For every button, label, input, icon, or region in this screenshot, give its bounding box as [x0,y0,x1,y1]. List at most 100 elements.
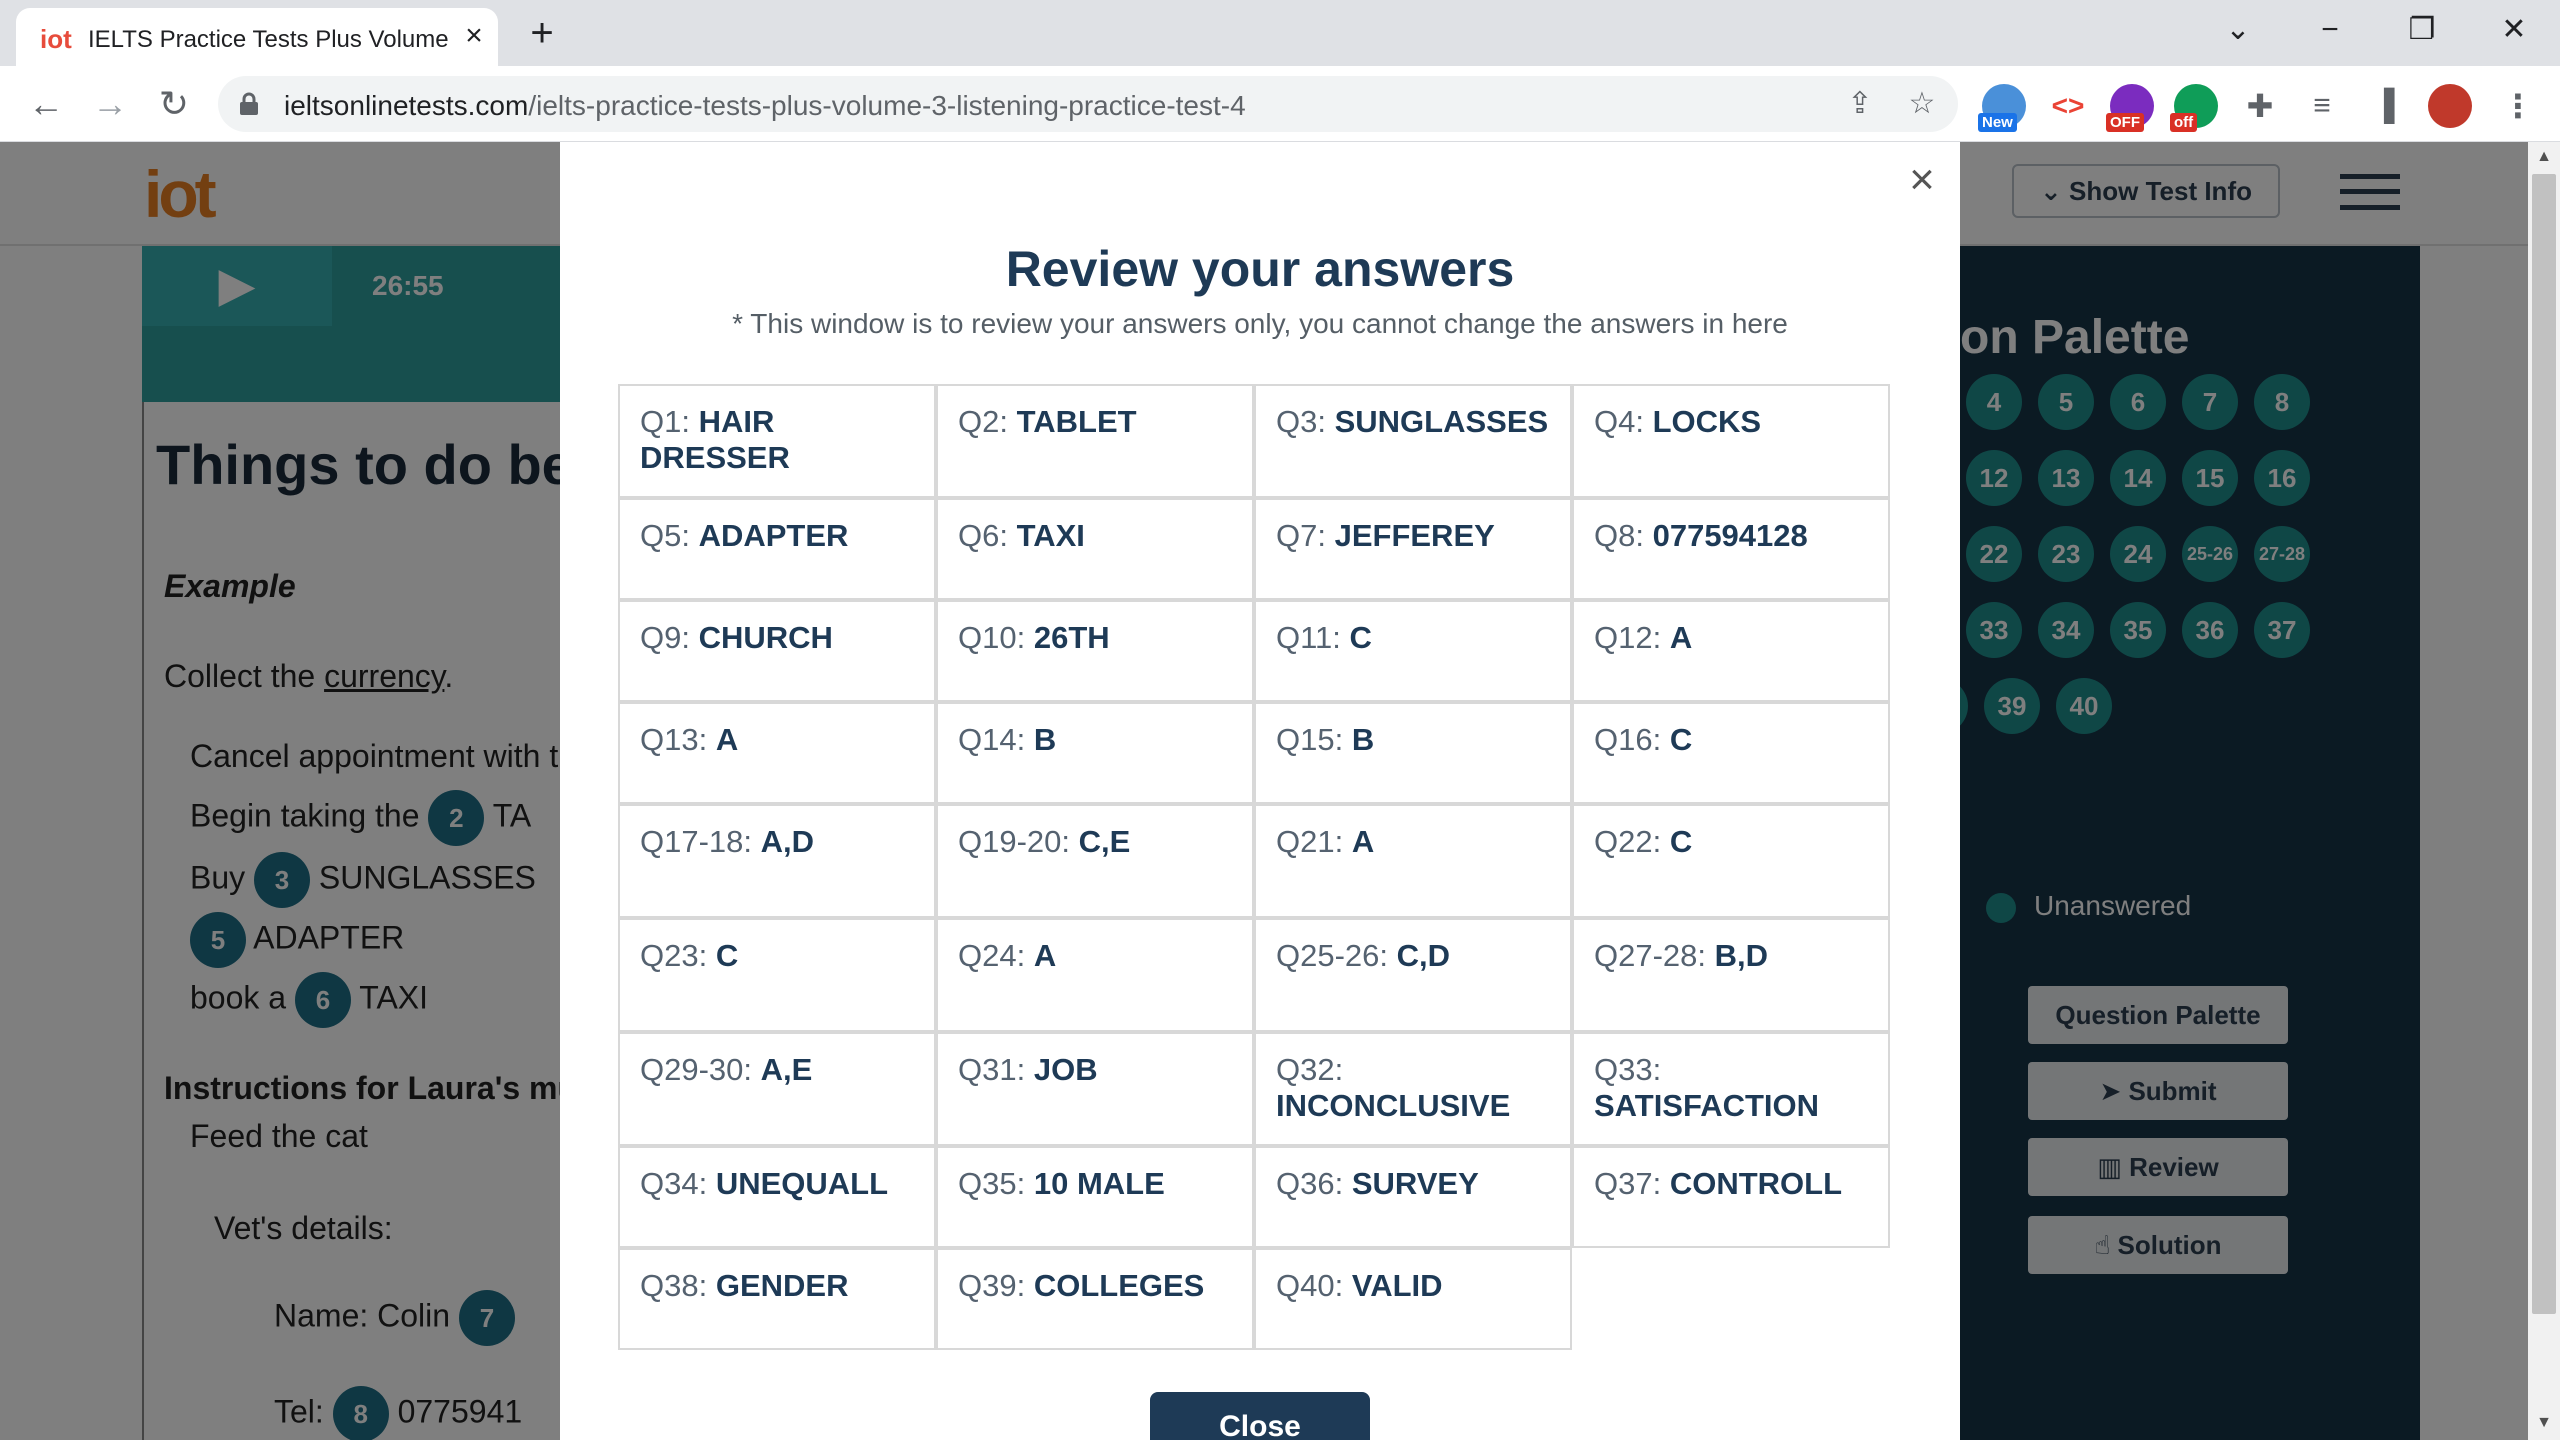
answer-value: JOB [1033,1052,1098,1087]
question-number: Q5: [640,518,690,553]
answer-cell: Q14: B [936,702,1254,804]
tab-title: IELTS Practice Tests Plus Volume 3 [88,26,448,53]
answer-value: JEFFEREY [1334,518,1495,553]
answer-value: CONTROLL [1669,1166,1843,1201]
dev-extension-icon[interactable]: <> [2046,84,2090,128]
answer-value: B [1033,722,1057,757]
answer-value: GENDER [715,1268,849,1303]
answer-cell: Q37: CONTROLL [1572,1146,1890,1248]
new-tab-icon[interactable]: + [522,13,562,54]
answer-cell: Q33: SATISFACTION [1572,1032,1890,1146]
tab-strip: iot IELTS Practice Tests Plus Volume 3 ×… [0,0,2560,66]
answer-value: C [1669,824,1693,859]
answer-value: C,E [1078,824,1131,859]
answer-cell: Q11: C [1254,600,1572,702]
question-number: Q23: [640,938,708,973]
answer-value: 10 MALE [1033,1166,1165,1201]
question-number: Q2: [958,404,1008,439]
answer-value: TABLET [1016,404,1137,439]
window-close-icon[interactable]: ✕ [2490,10,2538,50]
modal-close-icon[interactable]: × [1900,158,1944,202]
scroll-up-icon[interactable]: ▲ [2534,148,2554,168]
close-button[interactable]: Close [1150,1392,1370,1440]
browser-tab[interactable]: iot IELTS Practice Tests Plus Volume 3 × [16,8,498,66]
answer-cell: Q2: TABLET [936,384,1254,498]
question-number: Q19-20: [958,824,1071,859]
answer-cell: Q7: JEFFEREY [1254,498,1572,600]
answer-cell: Q29-30: A,E [618,1032,936,1146]
answer-value: 077594128 [1652,518,1808,553]
question-number: Q8: [1594,518,1644,553]
off-extension-green-icon[interactable]: off [2170,84,2218,132]
answer-cell: Q12: A [1572,600,1890,702]
answer-value: A,E [760,1052,813,1087]
media-queue-icon[interactable]: ≡ [2300,84,2344,128]
answer-value: 26TH [1033,620,1110,655]
answer-value: SURVEY [1351,1166,1479,1201]
answer-cell: Q38: GENDER [618,1248,936,1350]
question-number: Q31: [958,1052,1026,1087]
back-arrow-icon[interactable]: ← [24,82,68,126]
tab-close-icon[interactable]: × [458,20,490,52]
answer-cell: Q10: 26TH [936,600,1254,702]
question-number: Q32: [1276,1052,1344,1087]
side-panel-icon[interactable]: ▐ [2362,84,2406,128]
browser-menu-icon[interactable]: ⋮ [2496,84,2540,128]
profile-avatar[interactable] [2428,84,2472,128]
answer-value: TAXI [1016,518,1085,553]
answer-value: SATISFACTION [1594,1088,1820,1123]
new-badge-extension-icon[interactable]: New [1978,84,2026,132]
answer-value: VALID [1351,1268,1443,1303]
question-number: Q29-30: [640,1052,753,1087]
modal-subtitle: * This window is to review your answers … [732,308,1788,339]
question-number: Q10: [958,620,1026,655]
answer-cell: Q8: 077594128 [1572,498,1890,600]
question-number: Q35: [958,1166,1026,1201]
forward-arrow-icon[interactable]: → [88,82,132,126]
minimize-icon[interactable]: − [2306,10,2354,50]
answer-value: B [1351,722,1375,757]
answer-value: A [1033,938,1057,973]
question-number: Q14: [958,722,1026,757]
share-icon[interactable]: ⇪ [1842,86,1878,122]
question-number: Q12: [1594,620,1662,655]
question-number: Q25-26: [1276,938,1389,973]
question-number: Q37: [1594,1166,1662,1201]
question-number: Q4: [1594,404,1644,439]
answer-cell: Q36: SURVEY [1254,1146,1572,1248]
address-bar[interactable]: ieltsonlinetests.com/ielts-practice-test… [218,76,1958,132]
answer-value: C [715,938,739,973]
answer-cell: Q4: LOCKS [1572,384,1890,498]
question-number: Q36: [1276,1166,1344,1201]
question-number: Q34: [640,1166,708,1201]
scroll-down-icon[interactable]: ▼ [2534,1414,2554,1434]
answer-cell: Q32: INCONCLUSIVE [1254,1032,1572,1146]
answer-cell: Q25-26: C,D [1254,918,1572,1032]
off-extension-purple-icon[interactable]: OFF [2106,84,2154,132]
question-number: Q3: [1276,404,1326,439]
reload-icon[interactable]: ↻ [152,82,196,126]
answer-value: ADAPTER [698,518,849,553]
answer-value: C [1669,722,1693,757]
question-number: Q21: [1276,824,1344,859]
scroll-thumb[interactable] [2532,174,2556,1314]
answer-cell: Q5: ADAPTER [618,498,936,600]
answer-cell: Q27-28: B,D [1572,918,1890,1032]
restore-icon[interactable]: ❐ [2398,10,2446,50]
bookmark-star-icon[interactable]: ☆ [1904,86,1940,122]
question-number: Q39: [958,1268,1026,1303]
question-number: Q6: [958,518,1008,553]
answer-value: B,D [1714,938,1769,973]
answer-value: A,D [760,824,815,859]
modal-title: Review your answers [1005,241,1515,297]
question-number: Q33: [1594,1052,1662,1087]
extensions-puzzle-icon[interactable]: ✚ [2238,84,2282,128]
answer-cell: Q35: 10 MALE [936,1146,1254,1248]
answer-cell: Q21: A [1254,804,1572,918]
question-number: Q22: [1594,824,1662,859]
question-number: Q40: [1276,1268,1344,1303]
tab-search-chevron-icon[interactable]: ⌄ [2214,10,2262,50]
answer-cell: Q1: HAIR DRESSER [618,384,936,498]
question-number: Q1: [640,404,690,439]
page-scrollbar[interactable]: ▲ ▼ [2528,142,2560,1440]
